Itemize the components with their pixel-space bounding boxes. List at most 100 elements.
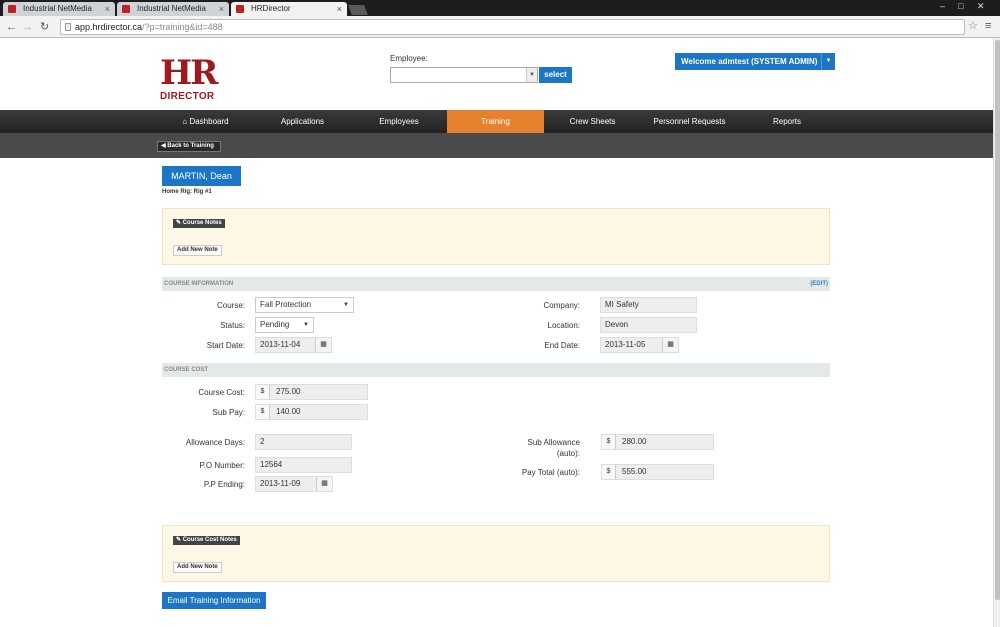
nav-training[interactable]: Training (447, 110, 544, 133)
welcome-text: Welcome admtest (SYSTEM ADMIN) (681, 57, 818, 66)
chevron-down-icon: ▼ (526, 68, 537, 82)
chevron-down-icon: ▼ (303, 322, 309, 328)
dollar-icon: $ (256, 385, 270, 399)
nav-label: Reports (772, 117, 801, 126)
section-title: COURSE COST (164, 367, 209, 373)
calendar-icon[interactable]: ▦ (662, 338, 678, 352)
main-nav: ⌂ Dashboard Applications Employees Train… (0, 110, 993, 133)
nav-crew-sheets[interactable]: Crew Sheets (544, 110, 641, 133)
nav-label: Applications (280, 117, 325, 126)
allowance-days-field[interactable]: 2 (255, 434, 352, 450)
favicon-icon (236, 5, 244, 13)
minimize-icon[interactable]: – (940, 1, 945, 11)
browser-tab[interactable]: Industrial NetMedia × (3, 2, 115, 16)
start-date-label: Start Date: (206, 341, 245, 350)
company-label: Company: (543, 301, 580, 310)
pencil-icon: ✎ (176, 220, 183, 226)
pp-ending-field[interactable]: 2013-11-09 ▦ (255, 476, 333, 492)
address-toolbar: ← → ↻ app.hrdirector.ca/?p=training&id=4… (0, 16, 1000, 38)
browser-menu-icon[interactable]: ≡ (985, 20, 991, 32)
employee-select-button[interactable]: select (539, 67, 572, 83)
allowance-days-label: Allowance Days: (185, 438, 245, 447)
location-label: Location: (547, 321, 580, 330)
nav-label: Dashboard (189, 117, 229, 126)
forward-arrow-icon[interactable]: → (22, 20, 33, 34)
course-notes-badge: ✎ Course Notes (173, 219, 225, 228)
status-select[interactable]: Pending ▼ (255, 317, 314, 333)
page-scrollbar[interactable] (993, 38, 1000, 627)
nav-dashboard[interactable]: ⌂ Dashboard (157, 110, 254, 133)
chevron-down-icon[interactable]: ▼ (821, 53, 835, 70)
url-path: /?p=training&id=488 (142, 22, 223, 32)
nav-personnel-requests[interactable]: Personnel Requests (641, 110, 738, 133)
logo-mark: HR (160, 53, 218, 93)
course-information-header: COURSE INFORMATION (EDIT) (162, 277, 830, 291)
add-cost-note-button[interactable]: Add New Note (173, 562, 222, 573)
nav-employees[interactable]: Employees (351, 110, 447, 133)
status-label: Status: (220, 321, 245, 330)
company-field[interactable]: MI Safety (600, 297, 697, 313)
po-number-label: P.O Number: (199, 461, 245, 470)
nav-label: Crew Sheets (569, 117, 616, 126)
page-icon (65, 23, 71, 31)
sub-allowance-label: Sub Allowance (527, 438, 580, 447)
maximize-icon[interactable]: □ (958, 1, 963, 11)
sub-pay-field[interactable]: $ 140.00 (255, 404, 368, 420)
browser-tab-strip: Industrial NetMedia × Industrial NetMedi… (0, 0, 1000, 16)
course-cost-label: Course Cost: (198, 388, 245, 397)
start-date-value: 2013-11-04 (260, 340, 301, 349)
sub-allowance-value: 280.00 (622, 437, 647, 446)
sub-allowance-field: $ 280.00 (601, 434, 714, 450)
browser-tab[interactable]: Industrial NetMedia × (117, 2, 229, 16)
course-notes-title: Course Notes (182, 220, 222, 226)
tab-close-icon[interactable]: × (337, 2, 342, 16)
url-input[interactable]: app.hrdirector.ca/?p=training&id=488 (60, 19, 965, 35)
scrollbar-thumb[interactable] (995, 40, 1000, 600)
favicon-icon (122, 5, 130, 13)
course-select[interactable]: Fall Protection ▼ (255, 297, 354, 313)
pay-total-field: $ 555.00 (601, 464, 714, 480)
reload-icon[interactable]: ↻ (40, 20, 49, 34)
tab-title: Industrial NetMedia (23, 4, 92, 13)
edit-course-link[interactable]: (EDIT) (810, 277, 828, 291)
hrdirector-logo[interactable]: HR DIRECTOR (160, 55, 222, 105)
employee-name-button[interactable]: MARTIN, Dean (162, 166, 241, 186)
course-cost-value: 275.00 (276, 387, 301, 396)
new-tab-button[interactable] (348, 5, 368, 15)
end-date-value: 2013-11-05 (605, 340, 646, 349)
sub-pay-value: 140.00 (276, 407, 301, 416)
tab-title: Industrial NetMedia (137, 4, 206, 13)
nav-reports[interactable]: Reports (738, 110, 836, 133)
end-date-label: End Date: (544, 341, 580, 350)
course-cost-notes-badge: ✎ Course Cost Notes (173, 536, 240, 545)
nav-label: Personnel Requests (653, 117, 726, 126)
window-close-icon[interactable]: ✕ (977, 1, 985, 12)
course-cost-notes-title: Course Cost Notes (182, 537, 237, 543)
employee-select[interactable]: ▼ (390, 67, 538, 83)
course-value: Fall Protection (260, 300, 312, 309)
calendar-icon[interactable]: ▦ (316, 477, 332, 491)
sub-nav (0, 133, 993, 158)
add-course-note-button[interactable]: Add New Note (173, 245, 222, 256)
course-label: Course: (216, 301, 245, 310)
dollar-icon: $ (256, 405, 270, 419)
course-cost-header: COURSE COST (162, 363, 830, 377)
tab-close-icon[interactable]: × (105, 2, 110, 16)
start-date-field[interactable]: 2013-11-04 ▦ (255, 337, 332, 353)
email-training-button[interactable]: Email Training Information (162, 592, 266, 609)
calendar-icon[interactable]: ▦ (315, 338, 331, 352)
nav-applications[interactable]: Applications (254, 110, 351, 133)
back-arrow-icon[interactable]: ← (6, 20, 17, 34)
tab-title: HRDirector (251, 4, 291, 13)
browser-tab-active[interactable]: HRDirector × (231, 2, 347, 16)
location-field[interactable]: Devon (600, 317, 697, 333)
tab-close-icon[interactable]: × (219, 2, 224, 16)
back-to-training-button[interactable]: ◀ Back to Training (157, 141, 221, 152)
bookmark-star-icon[interactable]: ☆ (968, 19, 978, 32)
pay-total-value: 555.00 (622, 467, 647, 476)
course-cost-field[interactable]: $ 275.00 (255, 384, 368, 400)
course-notes-box: ✎ Course Notes Add New Note (162, 208, 830, 265)
end-date-field[interactable]: 2013-11-05 ▦ (600, 337, 679, 353)
po-number-field[interactable]: 12564 (255, 457, 352, 473)
user-menu-button[interactable]: Welcome admtest (SYSTEM ADMIN) ▼ (675, 53, 835, 70)
